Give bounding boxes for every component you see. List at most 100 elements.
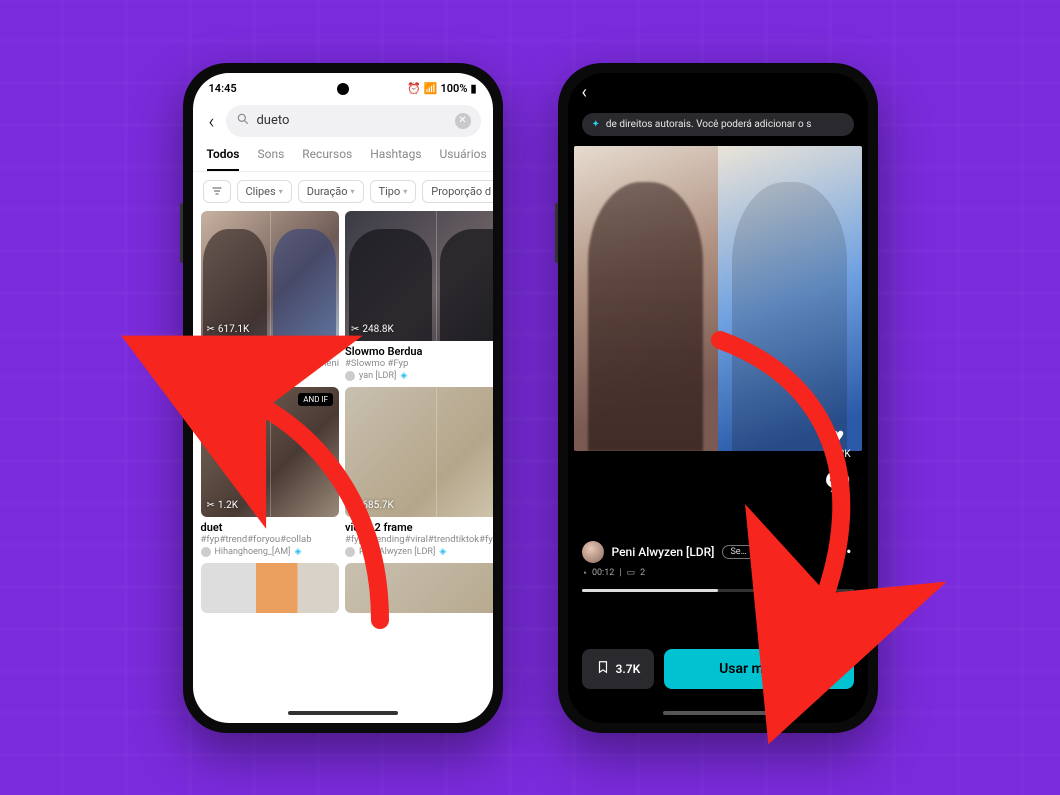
tab-usuarios[interactable]: Usuários: [440, 147, 487, 171]
clock-icon: ◔: [582, 568, 587, 579]
result-thumbnail: ✂248.8K: [345, 211, 492, 341]
status-time: 14:45: [209, 82, 237, 95]
verified-icon: ◈: [400, 371, 407, 381]
camera-punch: [337, 83, 349, 95]
side-actions: ♥ 11.2K 💬 75: [824, 423, 851, 506]
scissors-icon: ✂: [207, 324, 215, 335]
result-thumbnail: AND IF ✂1.2K: [201, 387, 340, 517]
result-tags: #fyp#trending#viral#trendtiktok#fypcapcu…: [345, 534, 492, 545]
back-button[interactable]: ‹: [205, 105, 219, 137]
search-query: dueto: [256, 113, 448, 128]
result-card[interactable]: [345, 563, 492, 613]
progress-bar[interactable]: [582, 589, 854, 592]
filter-duracao[interactable]: Duração▾: [298, 180, 364, 203]
copyright-banner: ✦ de direitos autorais. Você poderá adic…: [582, 113, 854, 136]
duration-text: 00:12: [592, 568, 614, 578]
tab-sons[interactable]: Sons: [257, 147, 284, 171]
usage-count: ✂685.7K: [351, 500, 394, 511]
filter-tipo[interactable]: Tipo▾: [370, 180, 417, 203]
result-title: video 2 frame: [201, 345, 340, 358]
result-tabs: Todos Sons Recursos Hashtags Usuários: [193, 141, 493, 172]
scissors-icon: ✂: [351, 500, 359, 511]
results-grid: ✂617.1K video 2 frame #fyp#trending#vira…: [193, 211, 493, 614]
result-thumbnail: ✂617.1K: [201, 211, 340, 341]
tab-todos[interactable]: Todos: [207, 147, 240, 171]
clear-search-icon[interactable]: ✕: [455, 113, 471, 129]
filter-icon[interactable]: [203, 180, 231, 203]
tab-recursos[interactable]: Recursos: [302, 147, 352, 171]
result-card[interactable]: ✂617.1K video 2 frame #fyp#trending#vira…: [201, 211, 340, 381]
follow-button[interactable]: Se…: [722, 545, 754, 559]
gesture-bar: [663, 711, 773, 715]
badge-text: AND IF: [298, 393, 333, 406]
like-count: 11.2K: [825, 449, 851, 460]
comment-icon: 💬: [824, 470, 851, 495]
screen-template: ‹ ✦ de direitos autorais. Você poderá ad…: [568, 73, 868, 723]
search-icon: [236, 112, 250, 130]
author-avatar: [582, 541, 604, 563]
result-author: yan [LDR] ◈: [345, 371, 492, 381]
result-thumbnail: [201, 563, 340, 613]
usage-count: ✂248.8K: [351, 324, 394, 335]
result-card[interactable]: ✂685.7K video 2 frame #fyp#trending#vira…: [345, 387, 492, 557]
result-title: Slowmo Berdua: [345, 345, 492, 358]
banner-text: de direitos autorais. Você poderá adicio…: [606, 119, 812, 130]
scissors-icon: ✂: [207, 500, 215, 511]
verified-icon: ◈: [439, 547, 446, 557]
result-author: Hihanghoeng_[AM] ◈: [201, 547, 340, 557]
battery-text: 100%: [440, 82, 467, 95]
author-avatar: [345, 547, 355, 557]
rocket-icon: ✦: [592, 119, 600, 130]
author-row[interactable]: Peni Alwyzen [LDR] Se…: [582, 541, 755, 563]
verified-icon: ◈: [294, 371, 301, 381]
tab-hashtags[interactable]: Hashtags: [370, 147, 421, 171]
bookmark-icon: [596, 660, 610, 677]
author-name: Peni Alwyzen [LDR]: [612, 545, 715, 559]
result-thumbnail: [345, 563, 492, 613]
result-tags: #Slowmo #Fyp: [345, 358, 492, 369]
usage-count: ✂617.1K: [207, 324, 250, 335]
progress-fill: [582, 589, 718, 592]
gesture-bar: [288, 711, 398, 715]
usage-count: ✂1.2K: [207, 500, 239, 511]
phone-left: 14:45 ⏰ 📶 100% ▮ ‹ dueto ✕: [183, 63, 503, 733]
result-card[interactable]: ✂248.8K Slowmo Berdua #Slowmo #Fyp yan […: [345, 211, 492, 381]
phone-right: ‹ ✦ de direitos autorais. Você poderá ad…: [558, 63, 878, 733]
wifi-icon: 📶: [424, 82, 438, 95]
camera-punch: [712, 83, 724, 95]
result-title: video 2 frame: [345, 521, 492, 534]
clip-icon: ▭: [627, 568, 636, 578]
verified-icon: ◈: [294, 547, 301, 557]
result-author: Peni Alwyzen [LDR] ◈: [345, 547, 492, 557]
search-input[interactable]: dueto ✕: [226, 105, 480, 137]
use-template-button[interactable]: Usar modelo: [664, 649, 853, 689]
back-button[interactable]: ‹: [582, 82, 587, 103]
save-count: 3.7K: [616, 662, 641, 676]
save-button[interactable]: 3.7K: [582, 649, 655, 689]
result-tags: #fyp#trending#viral#oneoooneni: [201, 358, 340, 369]
author-avatar: [201, 371, 211, 381]
heart-icon: ♥: [825, 423, 851, 449]
clip-count: 2: [640, 568, 645, 578]
result-tags: #fyp#trend#foryou#collab: [201, 534, 340, 545]
author-avatar: [345, 371, 355, 381]
scissors-icon: ✂: [351, 324, 359, 335]
more-button[interactable]: •••: [831, 542, 853, 561]
video-preview[interactable]: [574, 146, 862, 451]
result-card[interactable]: [201, 563, 340, 613]
duration-row: ◔ 00:12 | ▭ 2: [582, 568, 646, 579]
filter-clipes[interactable]: Clipes▾: [237, 180, 292, 203]
result-thumbnail: ✂685.7K: [345, 387, 492, 517]
author-avatar: [201, 547, 211, 557]
result-title: duet: [201, 521, 340, 534]
result-author: Hihanghoeng_[AM] ◈: [201, 371, 340, 381]
like-button[interactable]: ♥ 11.2K: [825, 423, 851, 460]
result-card[interactable]: AND IF ✂1.2K duet #fyp#trend#foryou#coll…: [201, 387, 340, 557]
alarm-icon: ⏰: [407, 82, 421, 95]
battery-icon: ▮: [470, 82, 476, 95]
filter-row: Clipes▾ Duração▾ Tipo▾ Proporção d: [193, 172, 493, 211]
status-right: ⏰ 📶 100% ▮: [407, 82, 476, 95]
comment-count: 75: [824, 495, 851, 506]
filter-proporcao[interactable]: Proporção d: [422, 180, 492, 203]
comment-button[interactable]: 💬 75: [824, 470, 851, 506]
